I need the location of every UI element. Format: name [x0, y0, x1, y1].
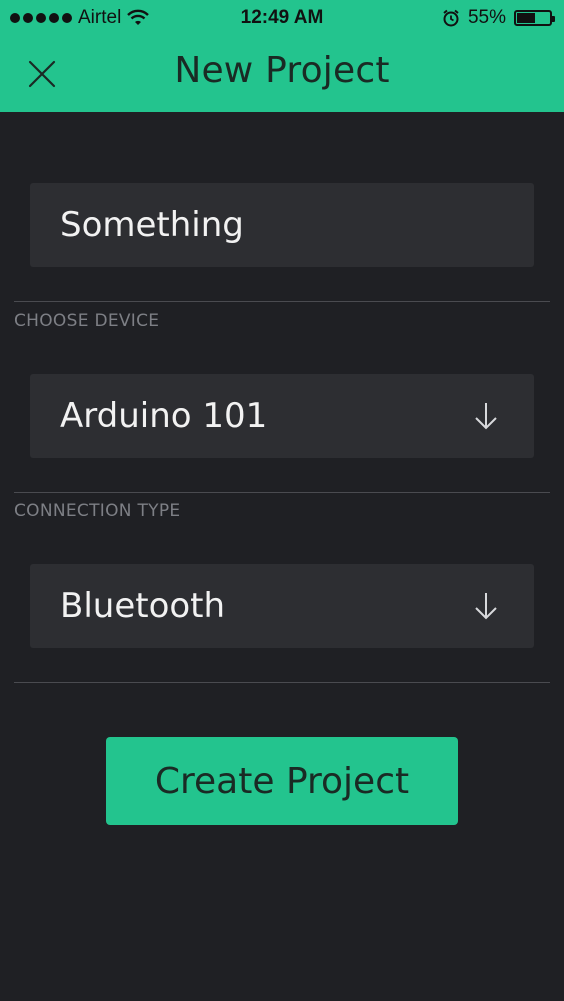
battery-level — [517, 13, 535, 23]
battery-percent: 55% — [467, 7, 506, 28]
status-bar: Airtel 12:49 AM 55% — [0, 0, 564, 38]
connection-value: Bluetooth — [60, 586, 226, 626]
connection-type-label: CONNECTION TYPE — [14, 501, 181, 521]
battery-icon — [514, 10, 555, 26]
arrow-down-icon — [466, 586, 506, 626]
page-title: New Project — [174, 50, 390, 91]
project-name-value: Something — [60, 205, 244, 245]
device-select[interactable]: Arduino 101 — [30, 374, 534, 458]
header: New Project — [0, 38, 564, 112]
connection-type-select[interactable]: Bluetooth — [30, 564, 534, 648]
divider — [14, 301, 550, 302]
create-project-button[interactable]: Create Project — [106, 737, 458, 825]
new-project-screen: Airtel 12:49 AM 55% New Project Somethin… — [0, 0, 564, 1001]
choose-device-label: CHOOSE DEVICE — [14, 311, 160, 331]
arrow-down-icon — [466, 396, 506, 436]
top-bar: Airtel 12:49 AM 55% New Project — [0, 0, 564, 112]
divider — [14, 492, 550, 493]
divider — [14, 682, 550, 683]
device-value: Arduino 101 — [60, 396, 268, 436]
project-name-input[interactable]: Something — [30, 183, 534, 267]
status-right: 55% — [442, 7, 555, 29]
alarm-icon — [443, 9, 459, 27]
